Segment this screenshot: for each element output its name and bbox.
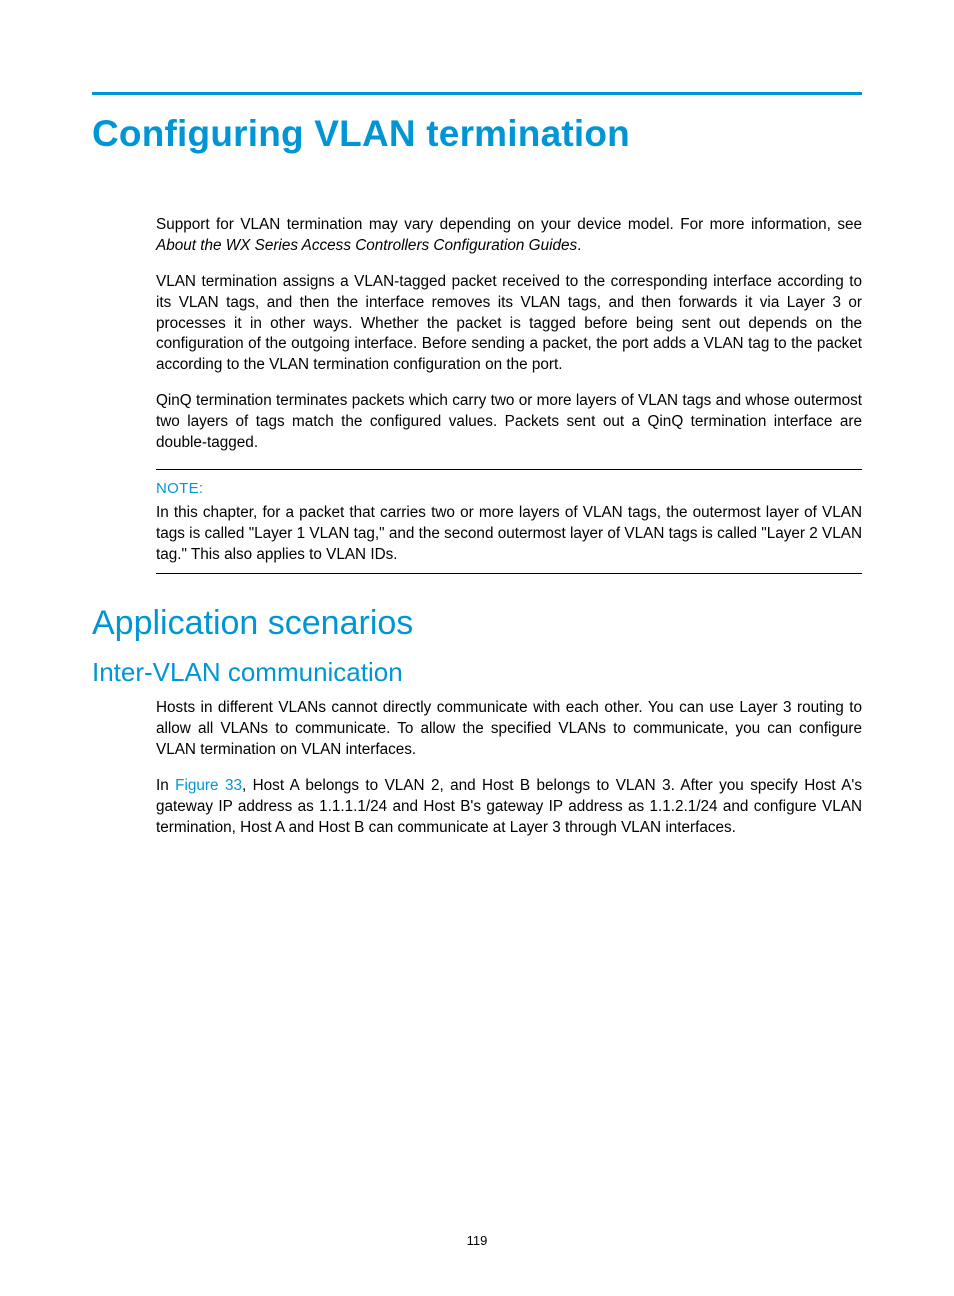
section2-p2-text-a: In [156, 777, 175, 794]
figure-33-link[interactable]: Figure 33 [175, 777, 242, 794]
note-box: NOTE: In this chapter, for a packet that… [156, 469, 862, 574]
section-heading-application-scenarios: Application scenarios [92, 604, 862, 643]
section2-p2-text-b: , Host A belongs to VLAN 2, and Host B b… [156, 777, 862, 835]
intro-block: Support for VLAN termination may vary de… [156, 215, 862, 574]
intro-paragraph-3: QinQ termination terminates packets whic… [156, 391, 862, 453]
note-text: In this chapter, for a packet that carri… [156, 503, 862, 565]
section2-paragraph-1: Hosts in different VLANs cannot directly… [156, 698, 862, 760]
intro-paragraph-1: Support for VLAN termination may vary de… [156, 215, 862, 256]
document-page: Configuring VLAN termination Support for… [0, 0, 954, 1296]
note-label: NOTE: [156, 480, 862, 497]
page-number: 119 [0, 1233, 954, 1248]
section2-paragraph-2: In Figure 33, Host A belongs to VLAN 2, … [156, 776, 862, 838]
intro-p1-text-a: Support for VLAN termination may vary de… [156, 216, 862, 233]
intro-p1-text-c: . [577, 237, 581, 254]
intro-p1-italic: About the WX Series Access Controllers C… [156, 237, 577, 254]
section2-block: Hosts in different VLANs cannot directly… [156, 698, 862, 838]
intro-paragraph-2: VLAN termination assigns a VLAN-tagged p… [156, 272, 862, 375]
subsection-heading-inter-vlan: Inter-VLAN communication [92, 657, 862, 688]
page-title: Configuring VLAN termination [92, 113, 862, 155]
title-rule [92, 92, 862, 95]
